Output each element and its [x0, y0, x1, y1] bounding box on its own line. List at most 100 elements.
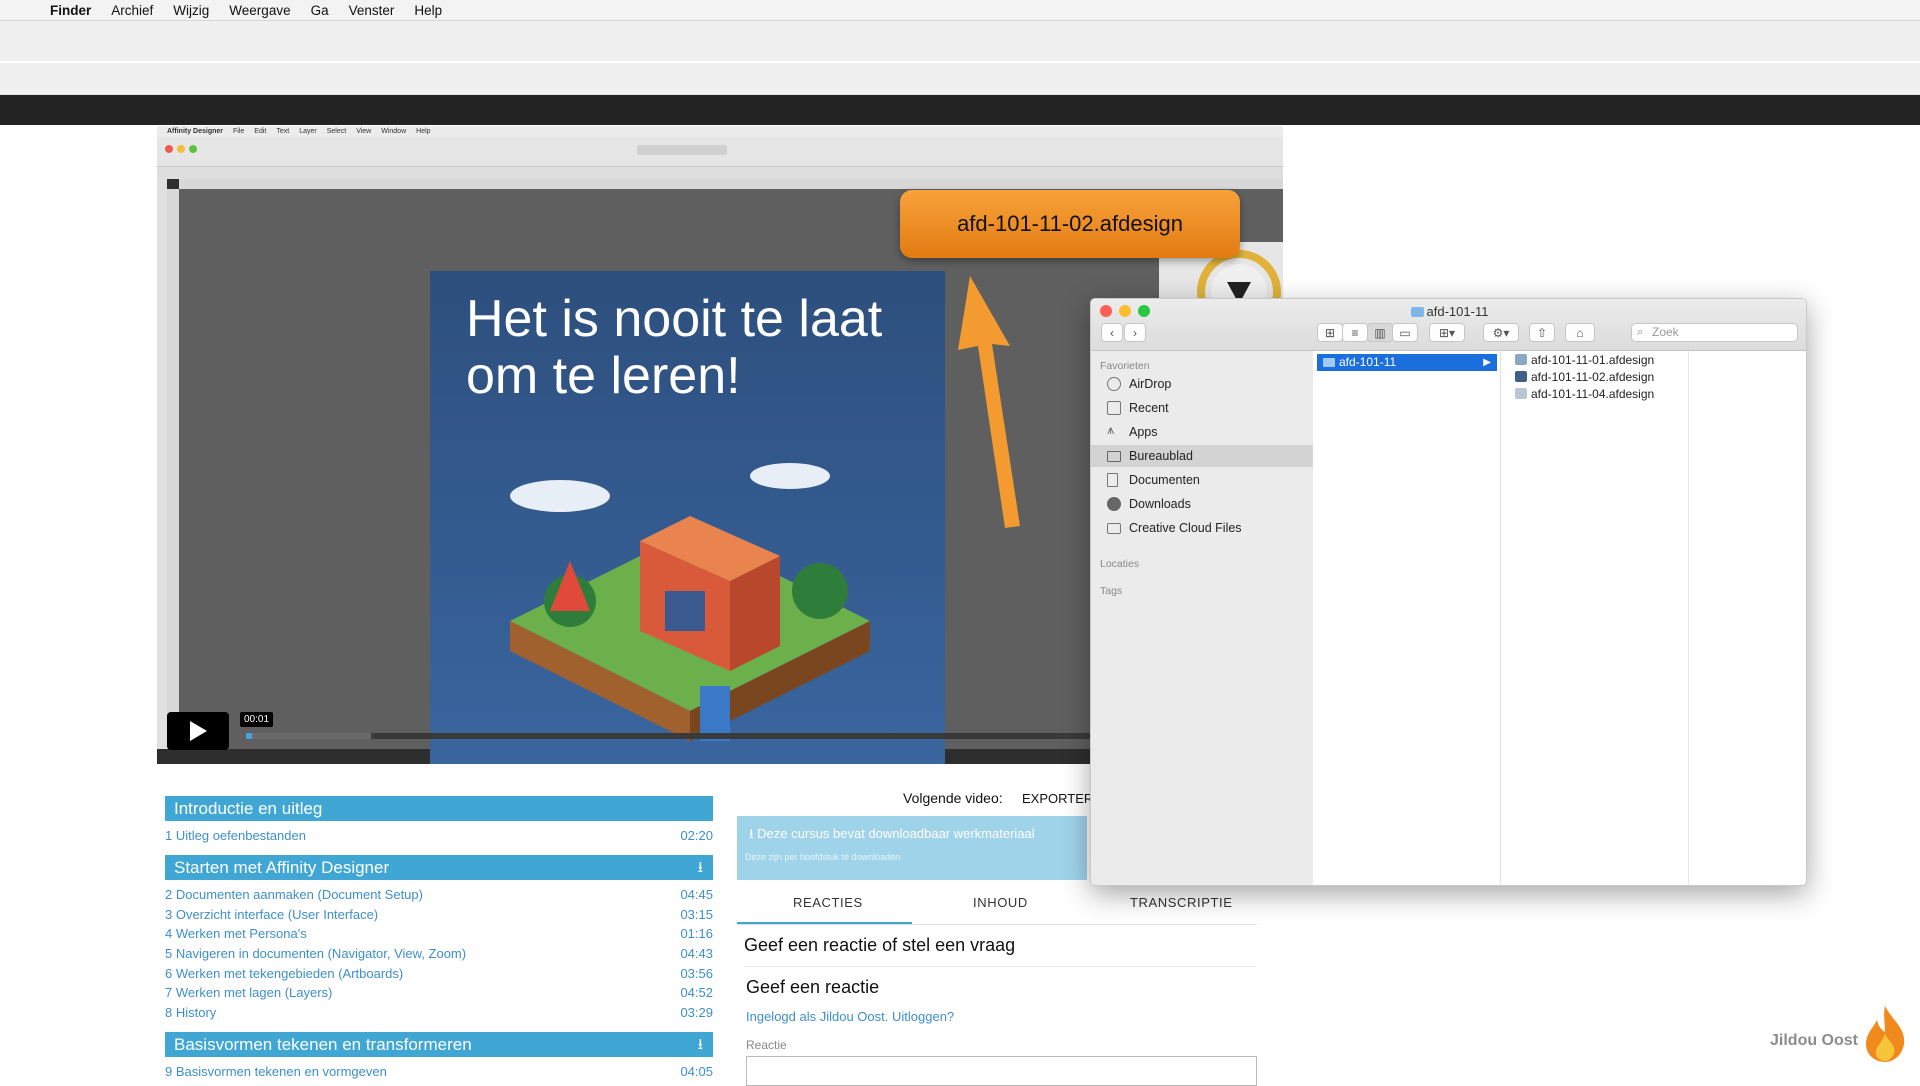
section-header-basisvormen[interactable]: Basisvormen tekenen en transformeren ⭳	[165, 1032, 713, 1057]
download-materials-title: ⭳ Deze cursus bevat downloadbaar werkmat…	[749, 826, 1035, 841]
lesson-item[interactable]: 4 Werken met Persona's 01:16	[165, 926, 713, 944]
desktop-icon	[1107, 451, 1121, 462]
lesson-duration: 01:16	[680, 926, 713, 941]
folder-row-selected[interactable]: afd-101-11 ▶	[1317, 354, 1497, 371]
video-progress-played	[246, 733, 252, 739]
folder-icon	[1410, 307, 1424, 317]
lesson-item[interactable]: 3 Overzicht interface (User Interface) 0…	[165, 907, 713, 925]
menu-ga[interactable]: Ga	[311, 3, 329, 18]
lesson-item[interactable]: 2 Documenten aanmaken (Document Setup) 0…	[165, 887, 713, 905]
lesson-title: 3 Overzicht interface (User Interface)	[165, 907, 379, 922]
back-button[interactable]: ‹	[1101, 323, 1123, 342]
download-icon[interactable]: ⭳	[698, 1032, 703, 1057]
search-input[interactable]: Zoek	[1631, 323, 1798, 342]
lesson-item[interactable]: 6 Werken met tekengebieden (Artboards) 0…	[165, 966, 713, 984]
finder-window[interactable]: afd-101-11 ‹ › ⊞ ≡ ▥ ▭ ⊞▾ ⚙▾ ⇧ ⌂ Zoek ⌕ …	[1090, 298, 1807, 886]
download-icon[interactable]: ⭳	[698, 855, 703, 880]
share-icon: ⇧	[1536, 325, 1548, 340]
share-button[interactable]: ⇧	[1529, 323, 1555, 342]
menu-help[interactable]: Help	[414, 3, 442, 18]
sidebar-item-label: Apps	[1129, 425, 1158, 439]
finder-sidebar: Favorieten AirDrop Recent ⩚ Apps Bureaub…	[1091, 351, 1313, 885]
sidebar-item-documenten[interactable]: Documenten	[1091, 469, 1313, 491]
lesson-item[interactable]: 1 Uitleg oefenbestanden 02:20	[165, 828, 713, 846]
section-title: Introductie en uitleg	[174, 799, 323, 818]
site-header-band	[0, 95, 1920, 125]
lesson-title: 5 Navigeren in documenten (Navigator, Vi…	[165, 946, 467, 961]
afdesign-file-icon	[1515, 354, 1527, 365]
tags-button[interactable]: ⌂	[1565, 323, 1595, 342]
finder-titlebar: afd-101-11 ‹ › ⊞ ≡ ▥ ▭ ⊞▾ ⚙▾ ⇧ ⌂ Zoek ⌕	[1091, 299, 1806, 351]
question-heading: Geef een reactie of stel een vraag	[744, 935, 1016, 955]
file-row[interactable]: afd-101-11-01.afdesign	[1515, 353, 1654, 367]
file-name: afd-101-11-02.afdesign	[1531, 370, 1655, 384]
downloads-icon	[1107, 497, 1121, 511]
logout-link[interactable]: Uitloggen?	[892, 1009, 954, 1024]
finder-title: afd-101-11	[1091, 304, 1806, 319]
lesson-title: 7 Werken met lagen (Layers)	[165, 985, 333, 1000]
view-gallery-button[interactable]: ▭	[1392, 323, 1418, 342]
section-title: Basisvormen tekenen en transformeren	[174, 1035, 472, 1054]
sidebar-item-label: AirDrop	[1129, 377, 1172, 391]
lesson-duration: 04:43	[680, 946, 713, 961]
section-header-starten[interactable]: Starten met Affinity Designer ⭳	[165, 855, 713, 880]
file-row[interactable]: afd-101-11-02.afdesign	[1515, 370, 1654, 384]
sidebar-item-airdrop[interactable]: AirDrop	[1091, 373, 1313, 395]
tab-transcriptie[interactable]: TRANSCRIPTIE	[1130, 895, 1233, 910]
lesson-title: 4 Werken met Persona's	[165, 926, 307, 941]
sidebar-item-recent[interactable]: Recent	[1091, 397, 1313, 419]
lesson-title: 6 Werken met tekengebieden (Artboards)	[165, 966, 404, 981]
group-button[interactable]: ⊞▾	[1429, 323, 1465, 342]
section-divider	[744, 966, 1256, 967]
recent-icon	[1107, 401, 1121, 415]
file-name: afd-101-11-04.afdesign	[1531, 387, 1655, 401]
sidebar-item-bureaublad[interactable]: Bureaublad	[1091, 445, 1313, 467]
watermark-text: Jildou Oost	[1770, 1032, 1858, 1049]
menu-weergave[interactable]: Weergave	[229, 3, 290, 18]
section-header-introductie[interactable]: Introductie en uitleg	[165, 796, 713, 821]
lesson-title: 2 Documenten aanmaken (Document Setup)	[165, 887, 423, 902]
lesson-item[interactable]: 9 Basisvormen tekenen en vormgeven 04:05	[165, 1064, 713, 1082]
forward-button[interactable]: ›	[1124, 323, 1146, 342]
view-list-button[interactable]: ≡	[1342, 323, 1368, 342]
chevron-right-icon: ▶	[1483, 357, 1491, 368]
view-icons-button[interactable]: ⊞	[1317, 323, 1343, 342]
lesson-duration: 02:20	[680, 828, 713, 843]
affinity-menu-edit: Edit	[254, 128, 267, 135]
sidebar-head-tags[interactable]: Tags	[1100, 585, 1122, 597]
tab-inhoud[interactable]: INHOUD	[973, 895, 1028, 910]
lesson-duration: 03:56	[680, 966, 713, 981]
folder-name: afd-101-11	[1339, 355, 1397, 369]
lesson-title: 1 Uitleg oefenbestanden	[165, 828, 306, 843]
reactie-textarea[interactable]	[746, 1056, 1257, 1086]
sidebar-item-creative-cloud[interactable]: Creative Cloud Files	[1091, 517, 1313, 539]
affinity-menu-layer: Layer	[299, 128, 317, 135]
sidebar-item-label: Creative Cloud Files	[1129, 521, 1242, 535]
lesson-item[interactable]: 8 History 03:29	[165, 1005, 713, 1023]
file-row[interactable]: afd-101-11-04.afdesign	[1515, 387, 1654, 401]
search-icon: ⌕	[1637, 326, 1644, 338]
menu-venster[interactable]: Venster	[349, 3, 395, 18]
affinity-menu-view: View	[356, 128, 372, 135]
tag-icon: ⌂	[1576, 325, 1584, 340]
lesson-duration: 04:45	[680, 887, 713, 902]
sidebar-item-downloads[interactable]: Downloads	[1091, 493, 1313, 515]
menu-archief[interactable]: Archief	[111, 3, 153, 18]
affinity-menu-text: Text	[276, 128, 290, 135]
menu-finder[interactable]: Finder	[50, 3, 91, 18]
download-materials-box[interactable]: ⭳ Deze cursus bevat downloadbaar werkmat…	[737, 816, 1087, 880]
filename-callout: afd-101-11-02.afdesign	[900, 190, 1240, 258]
tab-reacties[interactable]: REACTIES	[793, 895, 863, 910]
sidebar-head-locaties[interactable]: Locaties	[1100, 558, 1139, 570]
sidebar-item-label: Documenten	[1129, 473, 1200, 487]
sidebar-item-apps[interactable]: ⩚ Apps	[1091, 421, 1313, 443]
artboard-title: Het is nooit te laat om te leren!	[466, 290, 883, 405]
artboard: Het is nooit te laat om te leren!	[430, 271, 945, 764]
video-progress-buffered	[246, 733, 371, 739]
action-button[interactable]: ⚙▾	[1483, 323, 1519, 342]
menu-wijzig[interactable]: Wijzig	[173, 3, 209, 18]
lesson-item[interactable]: 7 Werken met lagen (Layers) 04:52	[165, 985, 713, 1003]
lesson-item[interactable]: 5 Navigeren in documenten (Navigator, Vi…	[165, 946, 713, 964]
play-button[interactable]	[167, 712, 229, 750]
view-columns-button[interactable]: ▥	[1367, 323, 1393, 342]
